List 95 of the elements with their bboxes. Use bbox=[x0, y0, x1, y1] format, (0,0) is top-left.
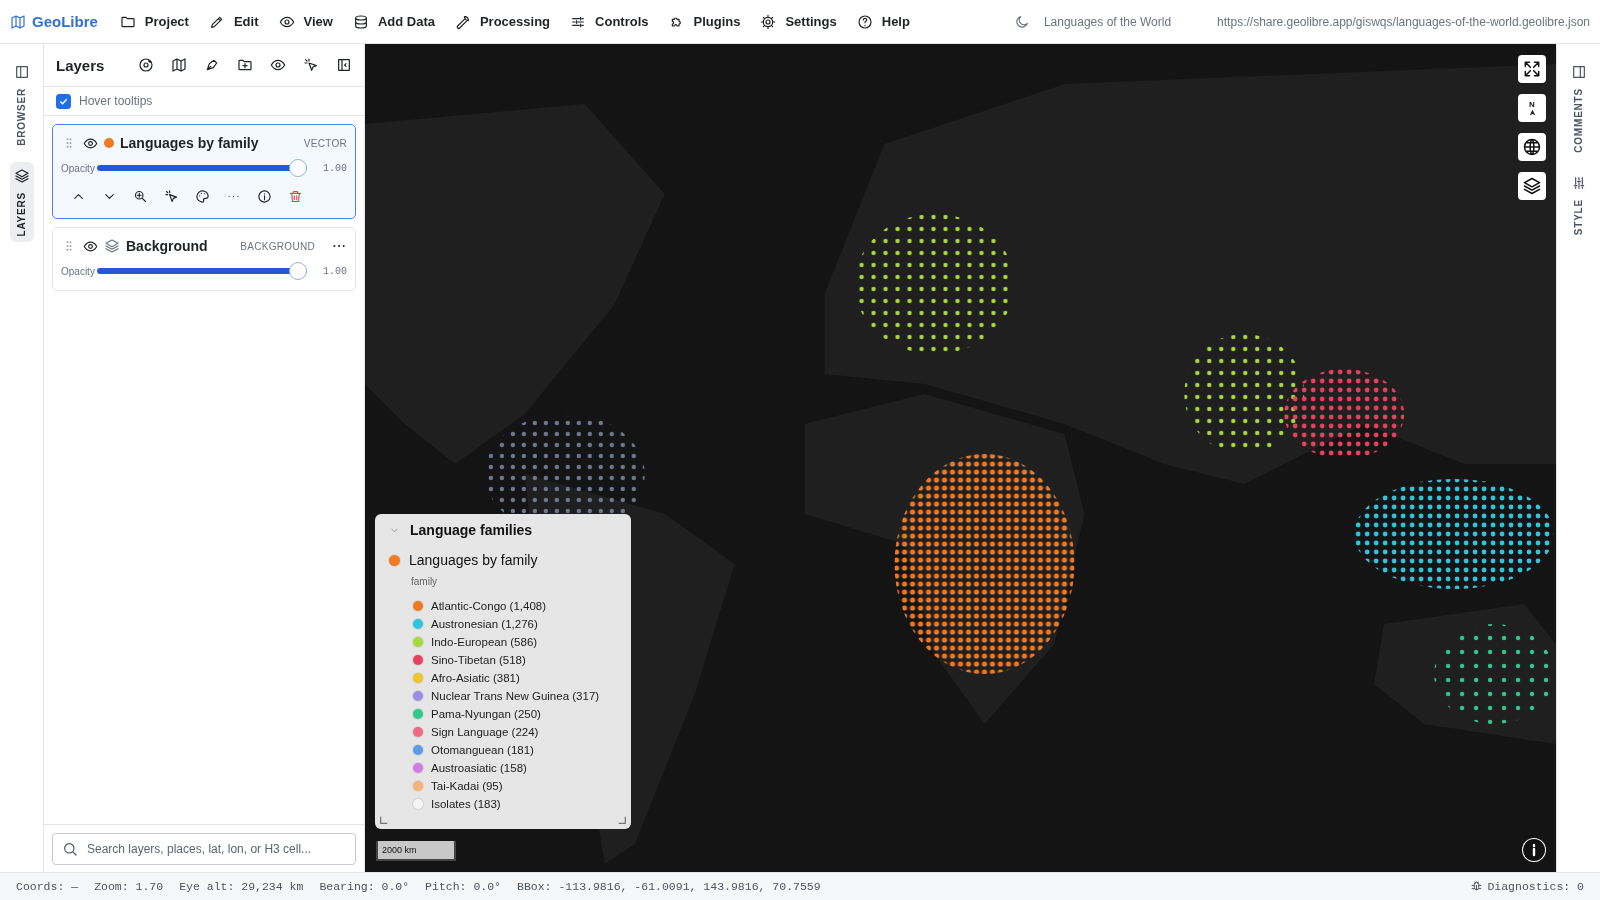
panel-icon bbox=[1570, 64, 1587, 80]
opacity-label: Opacity bbox=[61, 265, 95, 277]
map-icon bbox=[10, 13, 26, 30]
layer-type: VECTOR bbox=[303, 137, 347, 149]
layer-name: Languages by family bbox=[120, 135, 259, 151]
opacity-slider[interactable] bbox=[96, 159, 307, 177]
globe-icon bbox=[1522, 137, 1542, 157]
menu-button[interactable]: Settings bbox=[754, 7, 843, 36]
scale-bar: 2000 km bbox=[376, 841, 456, 861]
layer-card[interactable]: Background BACKGROUND Opacity 1.00 bbox=[52, 227, 356, 291]
legend-label: Atlantic-Congo (1,408) bbox=[431, 600, 547, 612]
legend-label: Tai-Kadai (95) bbox=[431, 780, 503, 792]
status-text: BBox: -113.9816, -61.0091, 143.9816, 70.7559 bbox=[517, 880, 821, 893]
zoom-in-icon[interactable] bbox=[133, 189, 148, 204]
slider-thumb[interactable] bbox=[289, 262, 307, 280]
pointer-icon[interactable] bbox=[303, 57, 320, 73]
bug-icon[interactable] bbox=[1470, 880, 1484, 893]
map-icon[interactable] bbox=[171, 57, 188, 73]
panel-icon bbox=[13, 64, 30, 80]
wrench-icon bbox=[454, 13, 471, 30]
sidebar-tab[interactable]: COMMENTS bbox=[1566, 58, 1591, 159]
search-field[interactable]: Search layers, places, lat, lon, or H3 cell... bbox=[52, 833, 356, 865]
menu-button[interactable]: Plugins bbox=[662, 7, 747, 36]
help-icon bbox=[856, 13, 873, 30]
legend-label: Nuclear Trans New Guinea (317) bbox=[431, 690, 600, 702]
slider-thumb[interactable] bbox=[289, 159, 307, 177]
layer-name: Background bbox=[126, 238, 208, 254]
sidebar-tab[interactable]: BROWSER bbox=[9, 58, 34, 152]
checkbox[interactable] bbox=[56, 93, 71, 109]
menu-button[interactable]: Help bbox=[850, 7, 916, 36]
legend-label: Afro-Asiatic (381) bbox=[431, 672, 520, 684]
resize-corner-icon[interactable] bbox=[379, 815, 389, 825]
legend-title: Language families bbox=[410, 522, 533, 538]
layers-icon bbox=[104, 238, 120, 254]
sidebar-tab[interactable]: LAYERS bbox=[9, 161, 34, 243]
status-text: Bearing: 0.0° bbox=[319, 880, 410, 893]
legend-label: Indo-European (586) bbox=[431, 636, 538, 648]
sidebar-tab[interactable]: STYLE bbox=[1566, 168, 1591, 241]
status-text: Coords: — bbox=[16, 880, 79, 893]
opacity-label: Opacity bbox=[61, 162, 95, 174]
eye-icon[interactable] bbox=[270, 57, 287, 73]
legend-field: family bbox=[411, 576, 619, 587]
menu-button[interactable]: Edit bbox=[202, 7, 265, 36]
legend-label: Austroasiatic (158) bbox=[431, 762, 527, 774]
status-text: Pitch: 0.0° bbox=[425, 880, 501, 893]
collapse-panel-icon[interactable] bbox=[336, 57, 353, 73]
eye-icon[interactable] bbox=[83, 135, 98, 151]
status-text: Eye alt: 29,234 km bbox=[179, 880, 304, 893]
palette-icon[interactable] bbox=[195, 189, 210, 204]
globe-button[interactable] bbox=[1518, 133, 1546, 161]
info-icon[interactable] bbox=[257, 189, 272, 204]
compass-button[interactable]: N bbox=[1518, 94, 1546, 122]
info-icon bbox=[1522, 838, 1546, 862]
menu-button[interactable]: View bbox=[272, 7, 339, 36]
status-text: Zoom: 1.70 bbox=[94, 880, 164, 893]
pointer-icon[interactable] bbox=[164, 189, 179, 204]
opacity-value: 1.00 bbox=[323, 162, 347, 174]
layer-type: BACKGROUND bbox=[240, 240, 315, 252]
folder-plus-icon[interactable] bbox=[237, 57, 254, 73]
project-url[interactable]: https://share.geolibre.app/giswqs/languages-of-the-world.geolibre.json bbox=[1217, 14, 1590, 29]
app-logo[interactable]: GeoLibre bbox=[10, 13, 98, 30]
legend-layer-name: Languages by family bbox=[409, 552, 538, 568]
theme-toggle-icon[interactable] bbox=[1013, 13, 1030, 30]
database-icon bbox=[352, 13, 369, 30]
search-icon bbox=[62, 841, 78, 857]
expand-icon bbox=[1522, 59, 1542, 79]
panel-title: Layers bbox=[56, 56, 105, 74]
fullscreen-button[interactable] bbox=[1518, 55, 1546, 83]
project-title: Languages of the World bbox=[1043, 14, 1172, 29]
layers-button[interactable] bbox=[1518, 172, 1546, 200]
layer-card[interactable]: Languages by family VECTOR Opacity 1.00 bbox=[52, 124, 356, 219]
drag-handle-icon[interactable] bbox=[65, 137, 73, 149]
menu-button[interactable]: Processing bbox=[448, 7, 557, 36]
legend-label: Sino-Tibetan (518) bbox=[431, 654, 526, 666]
layers-icon bbox=[1522, 176, 1542, 196]
diagnostics-status[interactable]: Diagnostics: 0 bbox=[1487, 880, 1584, 893]
layers-icon bbox=[13, 167, 30, 184]
checkbox-label: Hover tooltips bbox=[79, 94, 153, 108]
legend-label: Otomanguean (181) bbox=[431, 744, 534, 756]
opacity-slider[interactable] bbox=[96, 262, 307, 280]
legend-label: Isolates (183) bbox=[431, 798, 501, 810]
legend-label: Sign Language (224) bbox=[431, 726, 539, 738]
brand-name: GeoLibre bbox=[32, 13, 98, 30]
trash-icon[interactable] bbox=[288, 189, 303, 204]
opacity-value: 1.00 bbox=[323, 265, 347, 277]
resize-corner-icon[interactable] bbox=[617, 815, 627, 825]
eye-icon[interactable] bbox=[83, 238, 98, 254]
settings-icon bbox=[760, 13, 777, 30]
legend-label: Pama-Nyungan (250) bbox=[431, 708, 541, 720]
menu-button[interactable]: Add Data bbox=[346, 7, 441, 36]
arrow-icon bbox=[1528, 108, 1536, 116]
menu-button[interactable]: Project bbox=[113, 7, 195, 36]
menu-button[interactable]: Controls bbox=[564, 7, 655, 36]
drag-handle-icon[interactable] bbox=[65, 240, 73, 252]
legend-label: Austronesian (1,276) bbox=[431, 618, 538, 630]
